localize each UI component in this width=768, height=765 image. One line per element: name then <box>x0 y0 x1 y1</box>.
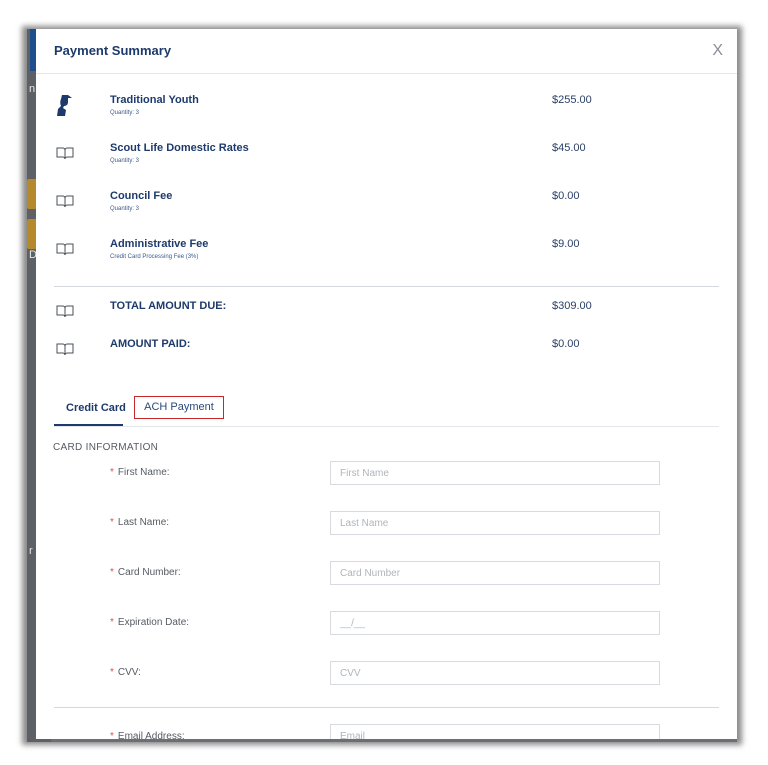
item-name: Council Fee <box>110 190 173 202</box>
item-quantity: Quantity: 3 <box>110 110 140 116</box>
item-name: Administrative Fee <box>110 238 209 250</box>
modal-title: Payment Summary <box>54 43 172 58</box>
total-amount-due-value: $309.00 <box>552 300 592 312</box>
item-fee-note: Credit Card Processing Fee (3%) <box>110 254 199 260</box>
line-item: Council Fee Quantity: 3 $0.00 <box>36 190 737 230</box>
item-quantity: Quantity: 3 <box>110 158 140 164</box>
field-label-text: Last Name: <box>117 517 170 528</box>
backdrop-text: n <box>29 83 36 95</box>
total-row: TOTAL AMOUNT DUE: $309.00 <box>36 300 737 340</box>
required-marker: * <box>110 617 114 628</box>
email-address-label: * Email Address: <box>110 731 185 739</box>
book-icon <box>56 243 74 256</box>
item-price: $9.00 <box>552 238 580 250</box>
expiration-date-input[interactable] <box>330 611 660 635</box>
email-input[interactable] <box>330 724 660 739</box>
required-marker: * <box>110 517 114 528</box>
required-marker: * <box>110 667 114 678</box>
cvv-input[interactable] <box>330 661 660 685</box>
card-number-input[interactable] <box>330 561 660 585</box>
card-information-heading: CARD INFORMATION <box>53 442 159 453</box>
cvv-label: * CVV: <box>110 667 141 678</box>
totals-divider <box>54 286 719 287</box>
amount-paid-label: AMOUNT PAID: <box>110 338 191 350</box>
item-name: Scout Life Domestic Rates <box>110 142 249 154</box>
field-label-text: Card Number: <box>117 567 181 578</box>
amount-paid-value: $0.00 <box>552 338 580 350</box>
item-price: $0.00 <box>552 190 580 202</box>
first-name-input[interactable] <box>330 461 660 485</box>
last-name-label: * Last Name: <box>110 517 169 528</box>
line-item: Traditional Youth Quantity: 3 $255.00 <box>36 94 737 134</box>
field-label-text: First Name: <box>117 467 170 478</box>
item-quantity: Quantity: 3 <box>110 206 140 212</box>
backdrop-text: r <box>29 545 33 557</box>
close-icon[interactable]: X <box>712 42 723 60</box>
scout-silhouette-icon <box>57 95 72 116</box>
total-row: AMOUNT PAID: $0.00 <box>36 338 737 378</box>
required-marker: * <box>110 731 114 739</box>
book-icon <box>56 305 74 318</box>
book-icon <box>56 147 74 160</box>
first-name-label: * First Name: <box>110 467 170 478</box>
card-number-label: * Card Number: <box>110 567 181 578</box>
payment-summary-modal: Payment Summary X Traditional Youth Quan… <box>36 29 737 739</box>
tab-ach-payment[interactable]: ACH Payment <box>134 396 224 419</box>
field-label-text: CVV: <box>117 667 141 678</box>
last-name-input[interactable] <box>330 511 660 535</box>
required-marker: * <box>110 567 114 578</box>
expiration-date-label: * Expiration Date: <box>110 617 189 628</box>
line-item: Scout Life Domestic Rates Quantity: 3 $4… <box>36 142 737 182</box>
item-name: Traditional Youth <box>110 94 199 106</box>
field-label-text: Expiration Date: <box>117 617 190 628</box>
required-marker: * <box>110 467 114 478</box>
item-price: $255.00 <box>552 94 592 106</box>
line-item: Administrative Fee Credit Card Processin… <box>36 238 737 278</box>
field-label-text: Email Address: <box>117 731 185 739</box>
tab-credit-card[interactable]: Credit Card <box>66 402 126 414</box>
tabs-divider <box>54 426 719 427</box>
book-icon <box>56 343 74 356</box>
total-amount-due-label: TOTAL AMOUNT DUE: <box>110 300 227 312</box>
form-divider <box>54 707 719 708</box>
book-icon <box>56 195 74 208</box>
modal-header: Payment Summary X <box>36 29 737 74</box>
item-price: $45.00 <box>552 142 586 154</box>
